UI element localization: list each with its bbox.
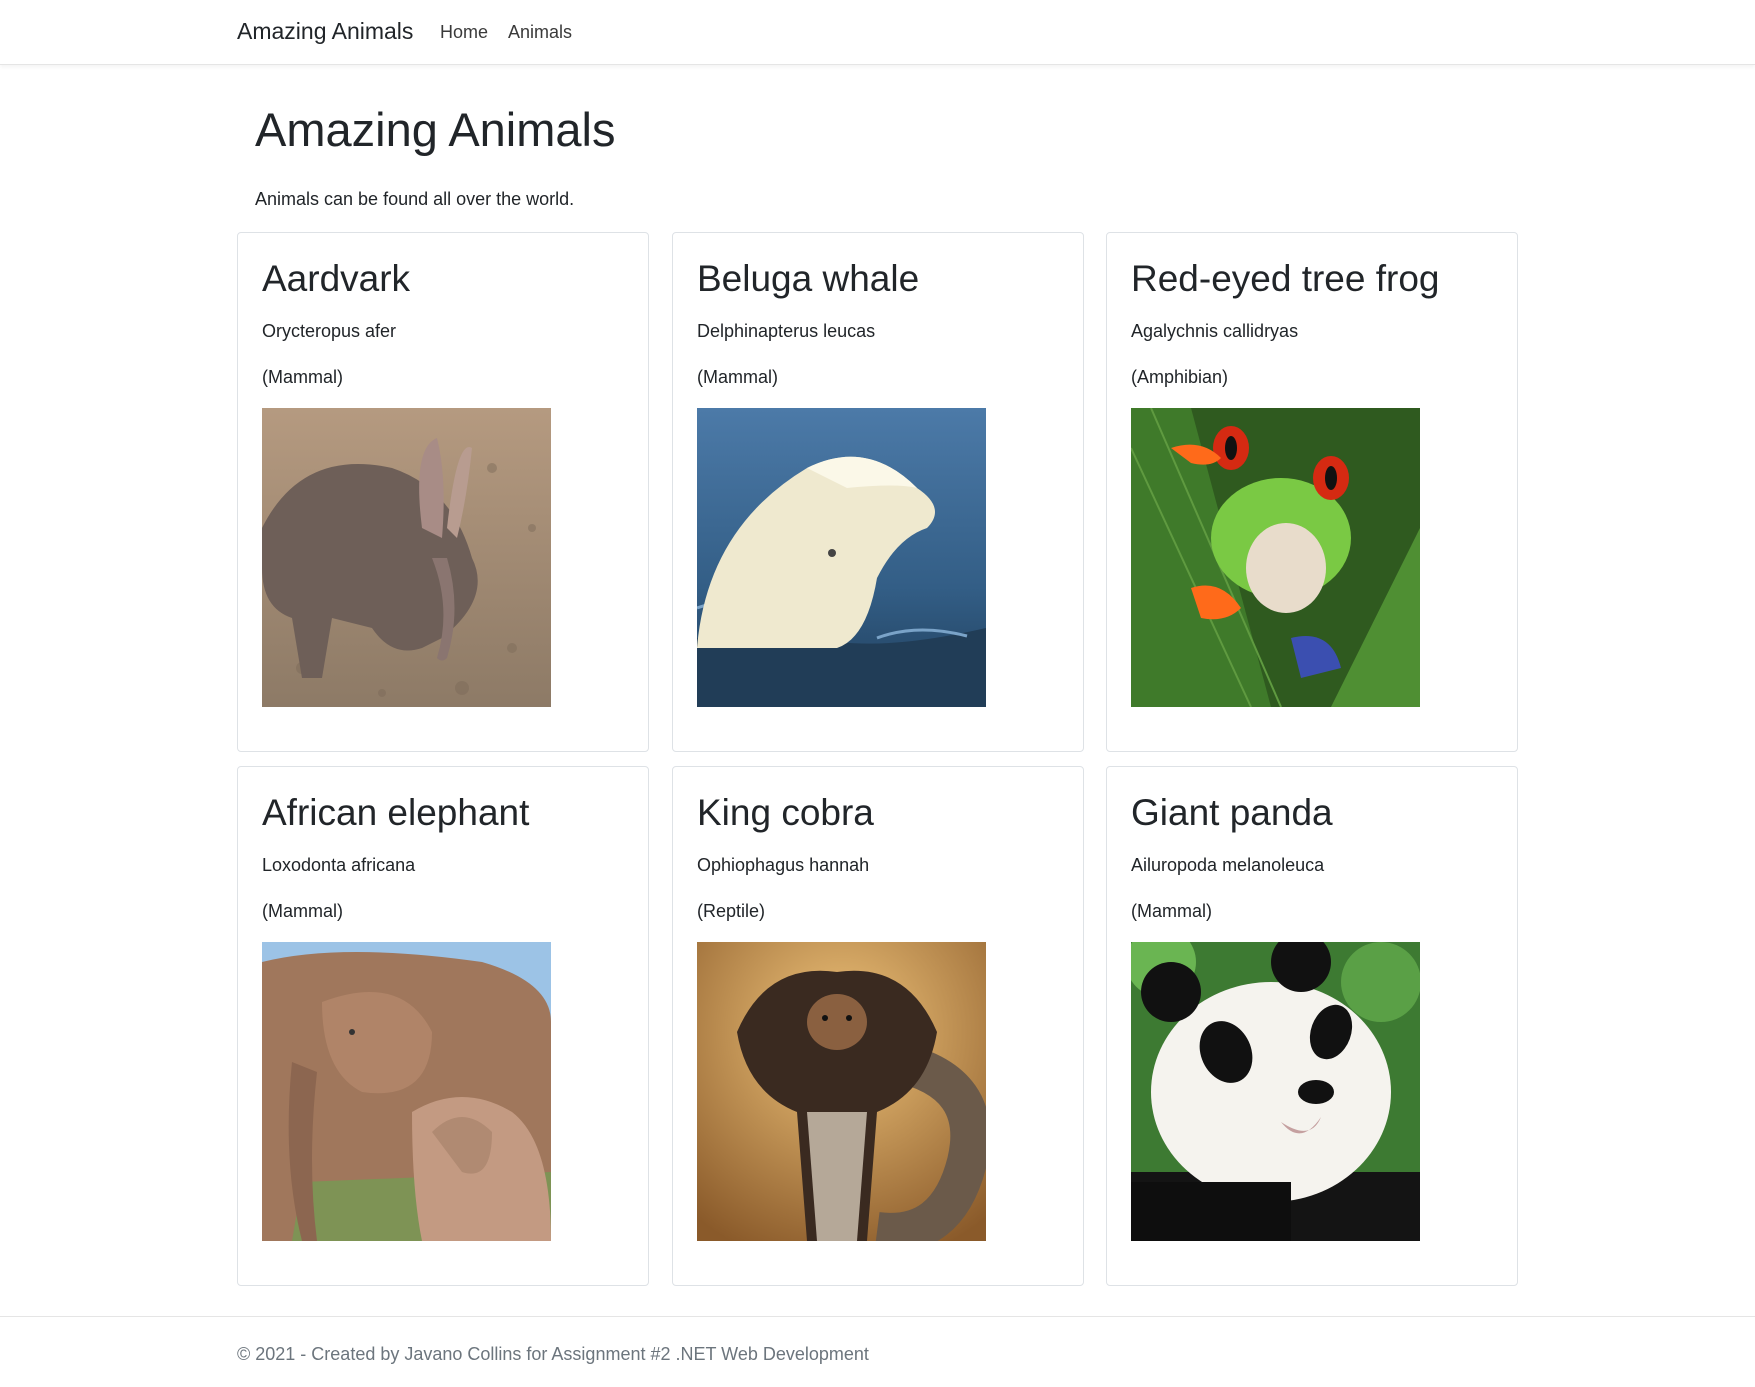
animal-card-aardvark: Aardvark Orycteropus afer (Mammal) [237, 232, 649, 752]
animal-card-red-eyed-tree-frog: Red-eyed tree frog Agalychnis callidryas… [1106, 232, 1518, 752]
animal-card-beluga-whale: Beluga whale Delphinapterus leucas (Mamm… [672, 232, 1084, 752]
card-title: Giant panda [1131, 792, 1333, 833]
giant-panda-image [1131, 942, 1420, 1241]
card-class: (Mammal) [262, 901, 343, 921]
card-class: (Amphibian) [1131, 367, 1229, 387]
card-scientific-name: Ailuropoda melanoleuca [1131, 855, 1325, 875]
navbar-brand[interactable]: Amazing Animals [237, 18, 413, 45]
page-intro: Animals can be found all over the world. [255, 189, 575, 209]
card-class: (Mammal) [697, 367, 778, 387]
animal-card-african-elephant: African elephant Loxodonta africana (Mam… [237, 766, 649, 1286]
african-elephant-image [262, 942, 551, 1241]
card-title: Beluga whale [697, 258, 920, 299]
card-scientific-name: Ophiophagus hannah [697, 855, 870, 875]
page-title: Amazing Animals [255, 103, 616, 156]
nav-link-home[interactable]: Home [440, 22, 488, 43]
beluga-whale-image [697, 408, 986, 707]
card-scientific-name: Loxodonta africana [262, 855, 416, 875]
animal-card-king-cobra: King cobra Ophiophagus hannah (Reptile) [672, 766, 1084, 1286]
footer-text: © 2021 - Created by Javano Collins for A… [237, 1344, 869, 1364]
top-navbar: Amazing Animals Home Animals [0, 0, 1755, 65]
nav-link-animals[interactable]: Animals [508, 22, 572, 43]
card-scientific-name: Delphinapterus leucas [697, 321, 876, 341]
card-title: Aardvark [262, 258, 411, 299]
animal-card-giant-panda: Giant panda Ailuropoda melanoleuca (Mamm… [1106, 766, 1518, 1286]
card-title: African elephant [262, 792, 530, 833]
king-cobra-image [697, 942, 986, 1241]
card-title: Red-eyed tree frog [1131, 258, 1440, 299]
card-scientific-name: Agalychnis callidryas [1131, 321, 1299, 341]
card-class: (Mammal) [1131, 901, 1212, 921]
card-title: King cobra [697, 792, 874, 833]
red-eyed-tree-frog-image [1131, 408, 1420, 707]
aardvark-image [262, 408, 551, 707]
card-scientific-name: Orycteropus afer [262, 321, 397, 341]
footer: © 2021 - Created by Javano Collins for A… [0, 1316, 1755, 1387]
card-class: (Mammal) [262, 367, 343, 387]
card-class: (Reptile) [697, 901, 766, 921]
